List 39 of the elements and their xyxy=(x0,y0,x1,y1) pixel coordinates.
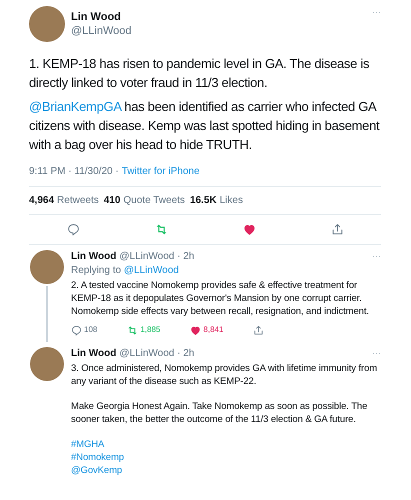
action-count: 8,841 xyxy=(203,324,224,336)
more-button[interactable]: ··· xyxy=(372,347,381,360)
replying-to-text: Replying to @LLinWood xyxy=(71,264,180,277)
source-link[interactable]: Twitter for iPhone xyxy=(122,164,200,179)
avatar xyxy=(29,6,65,42)
tweet-text: 2. A tested vaccine Nomokemp provides safe & effective treatment for KEMP-18 as it depopulates Governor's Mansion by one corrupt carrier. Nomokemp side effects vary between recall, resignation, and indictment. xyxy=(71,279,370,318)
heart-icon[interactable] xyxy=(242,223,256,236)
speech-bubble-icon[interactable] xyxy=(71,324,82,336)
author-name: Lin Wood xyxy=(71,250,116,263)
hashtag-link[interactable]: #MGHA xyxy=(71,439,104,450)
retweet-icon[interactable] xyxy=(154,223,168,236)
action-count: 108 xyxy=(84,324,98,336)
mention-link[interactable]: @LLinWood xyxy=(124,265,179,276)
stat-link[interactable]: 16.5K Likes xyxy=(190,193,243,208)
author-handle: @LLinWood · 2h xyxy=(119,347,196,360)
author-name: Lin Wood xyxy=(71,347,116,360)
hashtag-link[interactable]: #Nomokemp xyxy=(71,452,124,463)
timestamp: 9:11 PM · 11/30/20 · xyxy=(29,165,119,179)
speech-bubble-icon[interactable] xyxy=(66,223,80,236)
stat-link[interactable]: 4,964 Retweets xyxy=(29,193,99,208)
avatar xyxy=(30,347,64,381)
tweet-text: 1. KEMP-18 has risen to pandemic level in GA. The disease is directly linked to voter fraud in 11/3 election. xyxy=(29,55,370,92)
mention-link[interactable]: @GovKemp xyxy=(71,465,122,476)
author-name: Lin Wood xyxy=(71,10,122,24)
tweet-text: @BrianKempGA has been identified as carrier who infected GA citizens with disease. Kemp was last spotted hiding in basement with a bag over his head to hide TRUTH. xyxy=(29,98,380,154)
more-button[interactable]: ··· xyxy=(372,250,381,263)
tweet-text: 3. Once administered, Nomokemp provides GA with lifetime immunity from any variant of the disease such as KEMP-22. xyxy=(71,362,378,388)
avatar xyxy=(30,250,64,284)
share-icon[interactable] xyxy=(253,324,264,336)
more-button[interactable]: ··· xyxy=(372,6,381,20)
stat-link[interactable]: 410 Quote Tweets xyxy=(104,193,185,208)
author-handle: @LLinWood xyxy=(71,24,132,38)
author-handle: @LLinWood · 2h xyxy=(119,250,196,263)
heart-icon[interactable] xyxy=(190,324,202,336)
tweet-text: Make Georgia Honest Again. Take Nomokemp as soon as possible. The sooner taken, the better the outcome of the 11/3 election & GA future. xyxy=(71,400,368,426)
share-icon[interactable] xyxy=(330,223,344,236)
retweet-icon[interactable] xyxy=(127,324,138,336)
action-count: 1,885 xyxy=(140,324,160,336)
mention-link[interactable]: @BrianKempGA xyxy=(29,99,121,114)
